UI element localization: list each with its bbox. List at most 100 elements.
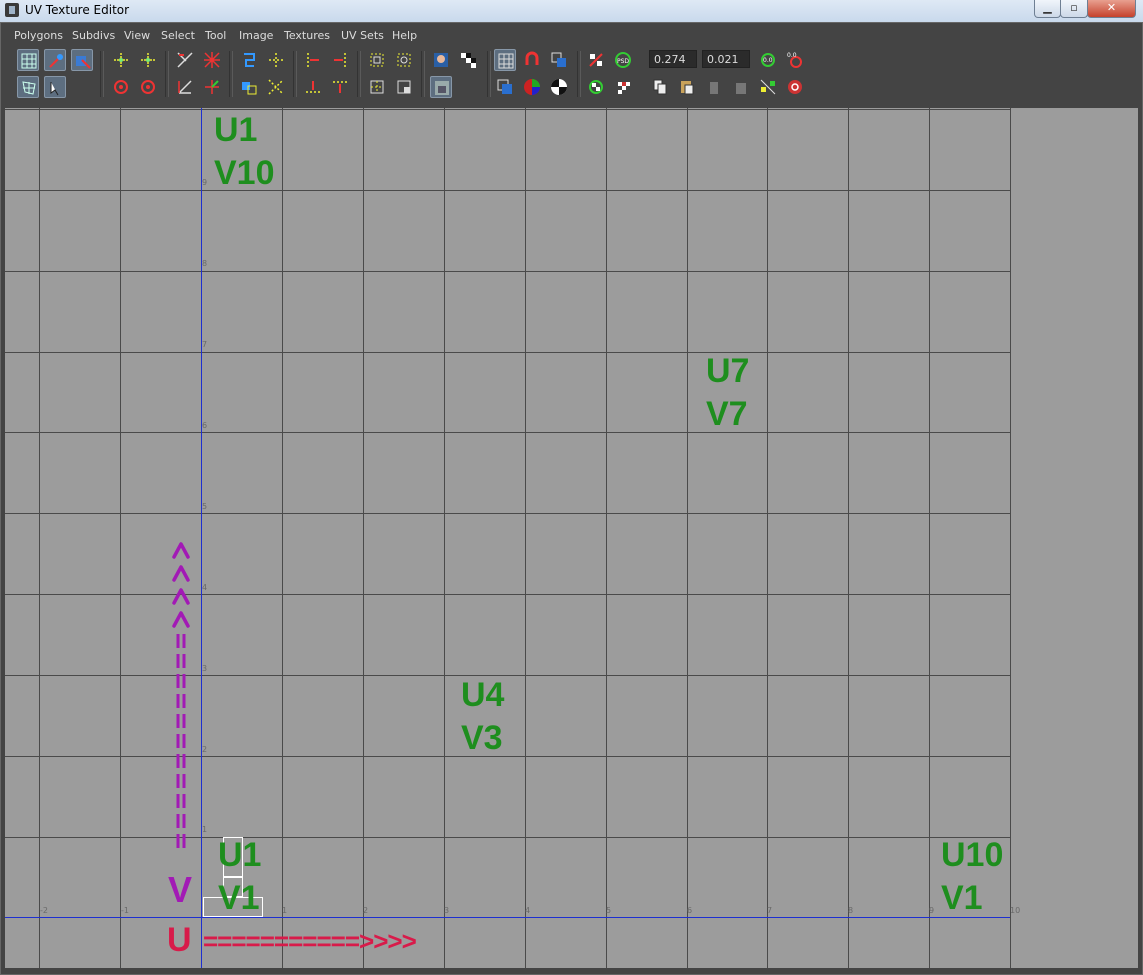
pixel-snap-button[interactable] (521, 49, 543, 71)
relax-button[interactable] (393, 49, 415, 71)
cycle-uv-button[interactable] (757, 76, 779, 98)
move-sew-button[interactable] (201, 76, 223, 98)
alpha-channel-button[interactable] (548, 76, 570, 98)
cut-uv-button[interactable] (174, 49, 196, 71)
select-border-button[interactable] (366, 76, 388, 98)
grid-line (525, 108, 526, 968)
y-tick-label: 2 (202, 745, 208, 754)
dim-image-button[interactable] (430, 76, 452, 98)
v-value-field[interactable]: 0.021 (702, 50, 750, 68)
x-tick-label: 2 (363, 906, 369, 915)
menu-tool[interactable]: Tool (205, 29, 226, 42)
grid-line (5, 675, 1010, 676)
menu-view[interactable]: View (124, 29, 150, 42)
app-icon (5, 3, 19, 17)
grid-line (5, 271, 1010, 272)
y-tick-label: 6 (202, 421, 208, 430)
rotate-ccw-button[interactable] (110, 76, 132, 98)
grid-line (363, 108, 364, 968)
image-range-button[interactable] (585, 76, 607, 98)
x-tick-label: 7 (767, 906, 773, 915)
rgb-channels-button[interactable] (521, 76, 543, 98)
grid-line (5, 837, 1010, 838)
paste-v-button[interactable] (730, 76, 752, 98)
split-uv-button[interactable] (174, 76, 196, 98)
maximize-icon: ▫ (1070, 1, 1078, 14)
display-image-button[interactable] (430, 49, 452, 71)
select-uv-grid-button[interactable] (17, 49, 39, 71)
close-icon: ✕ (1106, 1, 1117, 14)
rotate-cw-button[interactable] (137, 76, 159, 98)
reset-uv-button[interactable]: 0.0 (784, 49, 806, 71)
grid-line (929, 108, 930, 968)
close-button[interactable]: ✕ (1087, 0, 1136, 18)
psd-button[interactable]: PSD (612, 49, 634, 71)
layout-button[interactable] (265, 49, 287, 71)
x-tick-label: 8 (848, 906, 854, 915)
x-tick-label: 6 (687, 906, 693, 915)
toggle-grid-button[interactable] (494, 49, 516, 71)
menu-polygons[interactable]: Polygons (14, 29, 63, 42)
menu-image[interactable]: Image (239, 29, 273, 42)
uv-viewport[interactable]: -2 -1 1 2 3 4 5 6 7 8 9 10 10 9 8 7 6 5 … (5, 108, 1138, 968)
update-uv-button[interactable]: 0.0 (757, 49, 779, 71)
move-up-down-button[interactable] (137, 49, 159, 71)
maximize-button[interactable]: ▫ (1060, 0, 1088, 18)
align-bottom-button[interactable] (302, 76, 324, 98)
checker-button[interactable] (457, 49, 479, 71)
tile-u-label: U1 (218, 836, 262, 874)
u-axis (5, 917, 1010, 918)
unfold-button[interactable] (238, 49, 260, 71)
minimize-button[interactable]: ▁ (1034, 0, 1061, 18)
move-left-right-button[interactable] (110, 49, 132, 71)
u-direction-arrow: ===========>>>> (203, 926, 417, 956)
snapshot-button[interactable] (366, 49, 388, 71)
checker-tiles-button[interactable] (612, 76, 634, 98)
grid-line (444, 108, 445, 968)
svg-text:PSD: PSD (617, 58, 629, 65)
uv-lattice-button[interactable] (71, 49, 93, 71)
align-top-button[interactable] (329, 76, 351, 98)
select-shortest-edge-button[interactable] (44, 76, 66, 98)
grid-line (5, 352, 1010, 353)
v-axis (201, 108, 202, 968)
tile-u-label: U7 (706, 352, 750, 390)
u-value-field[interactable]: 0.274 (649, 50, 697, 68)
align-right-button[interactable] (329, 49, 351, 71)
shade-uv-button[interactable] (548, 49, 570, 71)
grid-line (1010, 108, 1011, 968)
uv-snapshot-button[interactable] (393, 76, 415, 98)
menu-uv-sets[interactable]: UV Sets (341, 29, 384, 42)
tile-u-label: U4 (461, 676, 505, 714)
menu-textures[interactable]: Textures (284, 29, 330, 42)
v-direction-arrow (172, 542, 190, 852)
tile-v-label: V1 (941, 879, 983, 917)
grid-line (5, 190, 1010, 191)
sew-uv-button[interactable] (201, 49, 223, 71)
svg-text:0.0: 0.0 (763, 57, 773, 64)
x-tick-label: 5 (606, 906, 612, 915)
move-uv-button[interactable] (44, 49, 66, 71)
grid-line (5, 756, 1010, 757)
grid-line (282, 108, 283, 968)
uv-smudge-button[interactable] (17, 76, 39, 98)
grid-line (5, 513, 1010, 514)
menu-help[interactable]: Help (392, 29, 417, 42)
menu-select[interactable]: Select (161, 29, 195, 42)
menu-subdivs[interactable]: Subdivs (72, 29, 115, 42)
paste-uv-button[interactable] (676, 76, 698, 98)
isolate-select-button[interactable] (494, 76, 516, 98)
align-left-button[interactable] (302, 49, 324, 71)
y-tick-label: 7 (202, 340, 208, 349)
texture-border-button[interactable] (585, 49, 607, 71)
grid-uv-button[interactable] (238, 76, 260, 98)
copy-uv-button[interactable] (649, 76, 671, 98)
paste-u-button[interactable] (703, 76, 725, 98)
grid-line (120, 108, 121, 968)
svg-text:0.0: 0.0 (787, 52, 797, 59)
delete-uv-button[interactable] (784, 76, 806, 98)
straighten-button[interactable] (265, 76, 287, 98)
window-title: UV Texture Editor (25, 3, 130, 17)
tile-label-u4-v3: U4 V3 (461, 674, 504, 760)
tile-label-u1-v10: U1 V10 (214, 109, 275, 195)
